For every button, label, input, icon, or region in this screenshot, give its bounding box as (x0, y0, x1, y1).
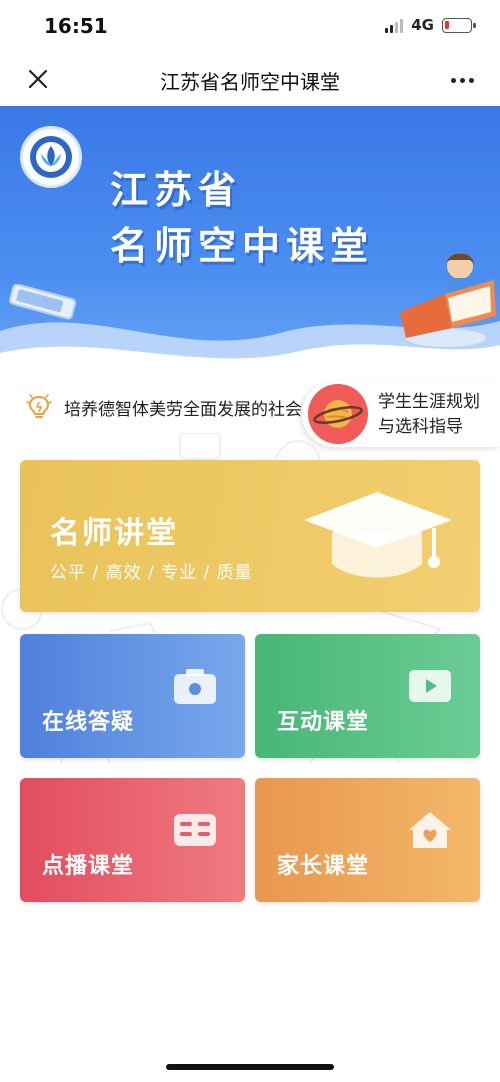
notice-bar[interactable]: 培养德智体美劳全面发展的社会主义建设者 学生生涯规划 与选科指导 (0, 381, 500, 447)
home-indicator[interactable] (166, 1064, 334, 1070)
parent-class-tile[interactable]: 家长课堂 (255, 778, 480, 902)
tablet-illustration-icon (8, 284, 77, 320)
more-icon[interactable] (446, 64, 478, 96)
teacher-lecture-card[interactable]: 名师讲堂 公平 / 高效 / 专业 / 质量 (20, 460, 480, 612)
banner-title-line2: 名师空中课堂 (110, 223, 375, 268)
tile-label: 点播课堂 (42, 854, 135, 879)
vod-class-tile[interactable]: 点播课堂 (20, 778, 245, 902)
book-icon (174, 814, 216, 846)
hero-banner: 江苏省 名师空中课堂 (0, 106, 500, 381)
banner-title: 江苏省 名师空中课堂 (110, 162, 374, 274)
app-page: 16:51 4G 江苏省名师空中课堂 江苏省 名师空中课堂 培养德智体美劳全面发… (0, 0, 500, 1082)
tile-label: 家长课堂 (277, 854, 370, 879)
tile-label: 互动课堂 (277, 710, 370, 735)
interactive-class-tile[interactable]: 互动课堂 (255, 634, 480, 758)
graduation-cap-icon (304, 492, 452, 578)
lightbulb-icon (26, 394, 52, 418)
network-type: 4G (411, 16, 434, 34)
main-card-title: 名师讲堂 (50, 516, 178, 551)
status-bar: 16:51 4G (0, 0, 500, 52)
reader-illustration-icon (400, 253, 496, 347)
page-title: 江苏省名师空中课堂 (160, 70, 340, 94)
status-time: 16:51 (44, 14, 108, 38)
signal-icon (385, 17, 404, 33)
online-qa-tile[interactable]: 在线答疑 (20, 634, 245, 758)
career-line1: 学生生涯规划 (378, 392, 480, 412)
banner-title-line1: 江苏省 (110, 167, 243, 212)
nav-bar: 江苏省名师空中课堂 (0, 52, 500, 106)
notice-text: 培养德智体美劳全面发展的社会主义建设者 (64, 400, 314, 420)
main-card-subtitle: 公平 / 高效 / 专业 / 质量 (50, 563, 253, 583)
play-icon (409, 670, 451, 702)
battery-icon (442, 17, 476, 33)
status-indicators: 4G (385, 16, 476, 34)
camera-icon (174, 669, 216, 704)
tile-label: 在线答疑 (42, 710, 135, 735)
home-heart-icon (409, 812, 451, 848)
logo-icon (20, 126, 82, 188)
